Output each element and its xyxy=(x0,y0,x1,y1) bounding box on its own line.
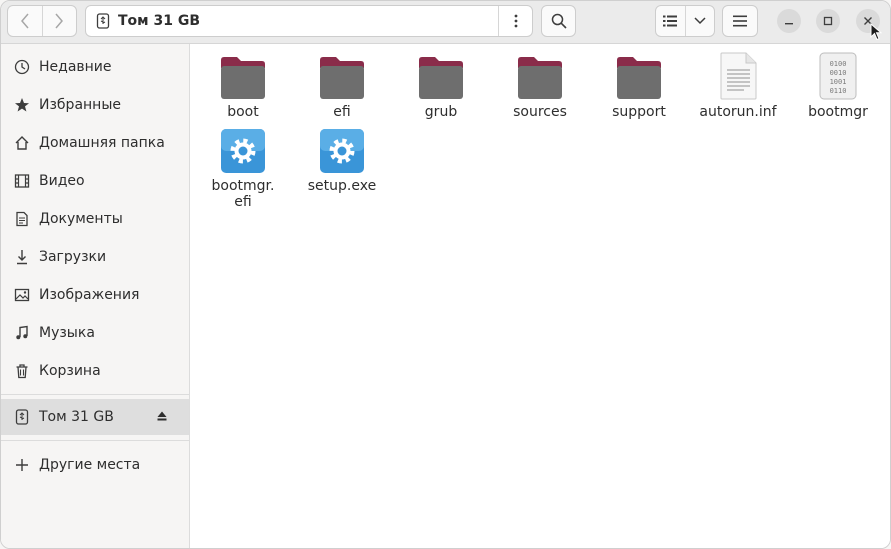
file-item-binary[interactable]: 0100 0010 1001 0110 bootmgr xyxy=(788,50,888,120)
chevron-left-icon xyxy=(20,13,29,29)
sidebar-item-label: Другие места xyxy=(39,457,141,473)
home-icon xyxy=(13,134,31,152)
music-icon xyxy=(13,324,31,342)
file-item-text[interactable]: autorun.inf xyxy=(688,50,788,120)
main-menu-button[interactable] xyxy=(722,5,758,37)
svg-text:0010: 0010 xyxy=(830,69,847,77)
download-icon xyxy=(13,248,31,266)
usb-drive-icon xyxy=(96,13,110,29)
sidebar-separator xyxy=(1,440,189,441)
sidebar-item-trash[interactable]: Корзина xyxy=(1,353,189,389)
image-icon xyxy=(13,286,31,304)
path-menu-button[interactable] xyxy=(498,6,532,36)
search-icon xyxy=(551,13,567,29)
sidebar: Недавние Избранные Домашняя папка Видео … xyxy=(1,44,190,548)
trash-icon xyxy=(13,362,31,380)
plus-icon xyxy=(13,456,31,474)
file-item-executable[interactable]: bootmgr. efi xyxy=(193,124,293,210)
forward-button[interactable] xyxy=(41,6,77,36)
sidebar-item-label: Корзина xyxy=(39,363,101,379)
path-label: Том 31 GB xyxy=(118,13,201,29)
file-item-folder[interactable]: boot xyxy=(193,50,293,120)
eject-button[interactable] xyxy=(157,411,167,424)
maximize-button[interactable] xyxy=(816,9,840,33)
file-manager-window: Том 31 GB Недавние Избранные Домашняя па… xyxy=(0,0,891,549)
sidebar-item-label: Том 31 GB xyxy=(39,409,114,425)
folder-icon xyxy=(589,50,689,100)
file-item-folder[interactable]: support xyxy=(589,50,689,120)
folder-icon xyxy=(193,50,293,100)
mouse-pointer-icon xyxy=(870,23,882,41)
sidebar-item-music[interactable]: Музыка xyxy=(1,315,189,351)
usb-drive-icon xyxy=(13,408,31,426)
path-crumb-volume[interactable]: Том 31 GB xyxy=(86,6,498,36)
svg-text:0110: 0110 xyxy=(830,87,847,95)
folder-icon xyxy=(490,50,590,100)
sidebar-item-videos[interactable]: Видео xyxy=(1,163,189,199)
text-file-icon xyxy=(688,50,788,100)
file-name: efi xyxy=(333,104,351,120)
star-icon xyxy=(13,96,31,114)
file-name: boot xyxy=(227,104,259,120)
view-toggle-group xyxy=(655,5,715,37)
sidebar-item-label: Загрузки xyxy=(39,249,107,265)
vertical-dots-icon xyxy=(514,14,517,28)
document-icon xyxy=(13,210,31,228)
sidebar-item-volume[interactable]: Том 31 GB xyxy=(1,399,189,435)
file-item-folder[interactable]: grub xyxy=(391,50,491,120)
binary-file-icon: 0100 0010 1001 0110 xyxy=(788,50,888,100)
file-view: boot efi grub sources support autorun.in… xyxy=(190,44,890,548)
file-name: support xyxy=(612,104,666,120)
svg-text:1001: 1001 xyxy=(830,78,847,86)
chevron-right-icon xyxy=(55,13,64,29)
sidebar-item-downloads[interactable]: Загрузки xyxy=(1,239,189,275)
eject-icon xyxy=(157,411,167,420)
file-name: autorun.inf xyxy=(699,104,777,120)
hamburger-menu-icon xyxy=(733,15,747,27)
folder-icon xyxy=(391,50,491,100)
file-item-executable[interactable]: setup.exe xyxy=(292,124,392,194)
path-bar: Том 31 GB xyxy=(85,5,533,37)
header-bar: Том 31 GB xyxy=(1,1,890,44)
chevron-down-icon xyxy=(694,17,706,25)
sidebar-item-label: Изображения xyxy=(39,287,140,303)
navigation-buttons xyxy=(7,5,77,37)
view-options-button[interactable] xyxy=(684,6,715,36)
sidebar-item-label: Видео xyxy=(39,173,85,189)
minimize-button[interactable] xyxy=(777,9,801,33)
file-name: bootmgr. efi xyxy=(211,178,275,210)
sidebar-item-home[interactable]: Домашняя папка xyxy=(1,125,189,161)
executable-gear-icon xyxy=(193,124,293,174)
file-name: bootmgr xyxy=(808,104,868,120)
sidebar-item-label: Домашняя папка xyxy=(39,135,165,151)
back-button[interactable] xyxy=(8,6,42,36)
sidebar-item-label: Недавние xyxy=(39,59,112,75)
sidebar-item-other-locations[interactable]: Другие места xyxy=(1,447,189,483)
film-icon xyxy=(13,172,31,190)
file-item-folder[interactable]: efi xyxy=(292,50,392,120)
list-view-icon xyxy=(663,15,678,27)
svg-text:0100: 0100 xyxy=(830,60,847,68)
sidebar-separator xyxy=(1,394,189,395)
sidebar-item-label: Избранные xyxy=(39,97,121,113)
minimize-icon xyxy=(785,23,793,25)
sidebar-item-pictures[interactable]: Изображения xyxy=(1,277,189,313)
file-name: sources xyxy=(513,104,567,120)
list-view-button[interactable] xyxy=(656,6,685,36)
sidebar-item-label: Документы xyxy=(39,211,123,227)
search-button[interactable] xyxy=(541,5,576,37)
folder-icon xyxy=(292,50,392,100)
sidebar-item-recent[interactable]: Недавние xyxy=(1,49,189,85)
file-item-folder[interactable]: sources xyxy=(490,50,590,120)
maximize-icon xyxy=(823,16,833,26)
file-name: setup.exe xyxy=(307,178,377,194)
clock-icon xyxy=(13,58,31,76)
file-name: grub xyxy=(424,104,458,120)
sidebar-item-starred[interactable]: Избранные xyxy=(1,87,189,123)
sidebar-item-documents[interactable]: Документы xyxy=(1,201,189,237)
executable-gear-icon xyxy=(292,124,392,174)
sidebar-item-label: Музыка xyxy=(39,325,95,341)
